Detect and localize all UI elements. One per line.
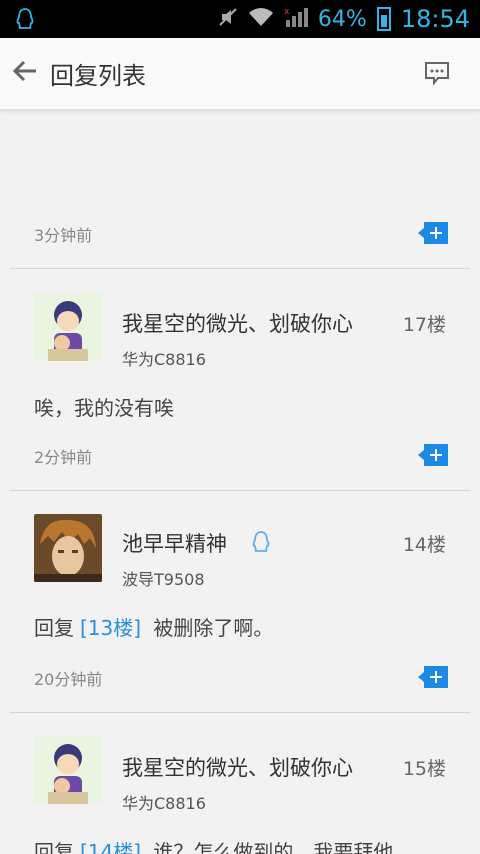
floor-label: 14楼 <box>402 534 446 556</box>
divider <box>10 268 470 269</box>
avatar[interactable] <box>34 514 102 582</box>
reply-message: 回复 [13楼] 被删除了啊。 <box>34 612 273 641</box>
add-reply-icon[interactable] <box>418 222 448 244</box>
reply-label: 回复 <box>34 840 74 854</box>
reply-time: 20分钟前 <box>34 670 103 689</box>
device-label: 波导T9508 <box>122 570 205 589</box>
battery-icon <box>376 7 391 31</box>
floor-label: 17楼 <box>402 314 446 336</box>
back-arrow-icon[interactable] <box>10 56 46 92</box>
page-title: 回复列表 <box>50 62 146 90</box>
divider <box>10 490 470 491</box>
floor-reference-link[interactable]: [13楼] <box>80 616 141 640</box>
floor-label: 15楼 <box>402 758 446 780</box>
reply-time: 2分钟前 <box>34 448 93 467</box>
clock: 18:54 <box>400 5 470 33</box>
signal-icon: x <box>284 6 308 33</box>
status-bar: x 64% 18:54 <box>0 0 480 38</box>
svg-text:x: x <box>284 7 290 17</box>
username[interactable]: 我星空的微光、划破你心 <box>122 308 380 338</box>
mute-icon <box>218 7 238 32</box>
device-label: 华为C8816 <box>122 794 206 813</box>
reply-label: 回复 <box>34 616 74 640</box>
avatar[interactable] <box>34 293 102 361</box>
reply-message: 回复 [14楼] 谁？怎么做到的，我要拜他 <box>34 836 393 854</box>
reply-message: 唉，我的没有唉 <box>34 396 174 420</box>
username[interactable]: 池早早精神 <box>122 528 227 558</box>
battery-percent: 64% <box>317 6 367 32</box>
device-label: 华为C8816 <box>122 350 206 369</box>
reply-text: 被删除了啊。 <box>153 616 274 640</box>
add-reply-icon[interactable] <box>418 444 448 466</box>
divider <box>10 712 470 713</box>
reply-text: 谁？怎么做到的，我要拜他 <box>153 840 394 854</box>
floor-reference-link[interactable]: [14楼] <box>80 840 141 854</box>
comment-icon[interactable] <box>424 60 450 90</box>
qq-notification-icon <box>16 8 34 34</box>
add-reply-icon[interactable] <box>418 666 448 688</box>
avatar[interactable] <box>34 736 102 804</box>
qq-icon <box>250 530 272 558</box>
username[interactable]: 我星空的微光、划破你心 <box>122 752 380 782</box>
app-bar: 回复列表 <box>0 38 480 110</box>
reply-time: 3分钟前 <box>34 226 93 245</box>
wifi-icon <box>248 7 274 32</box>
reply-list: 3分钟前 我星空的微光、划破你心 华为C8816 17楼 唉，我的没有唉 2分钟… <box>0 110 480 854</box>
